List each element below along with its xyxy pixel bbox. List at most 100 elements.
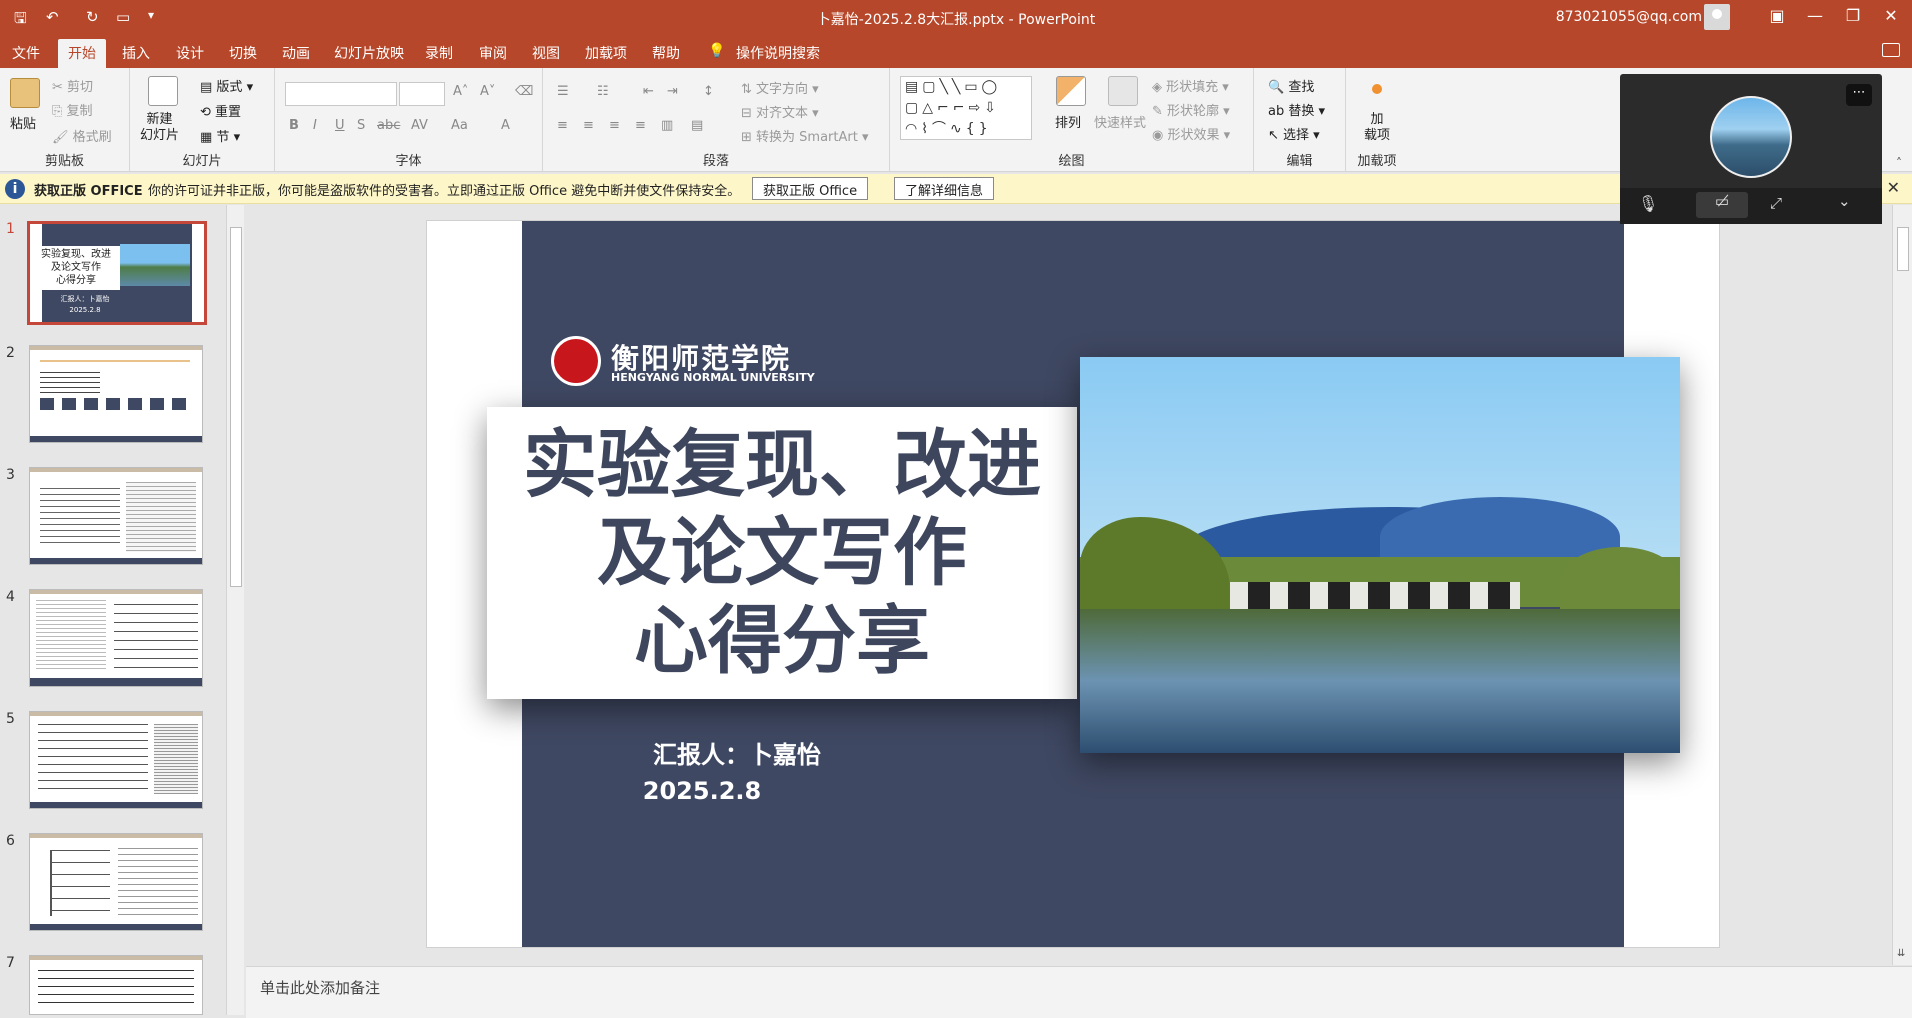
campus-photo[interactable]	[1080, 357, 1680, 753]
decrease-indent-icon[interactable]: ⇤	[643, 84, 654, 99]
align-right-icon[interactable]: ≡	[609, 118, 620, 133]
more-icon[interactable]: ⋯	[1846, 84, 1872, 106]
tab-review[interactable]: 审阅	[479, 43, 507, 63]
bullets-icon[interactable]: ☰	[557, 84, 569, 99]
notes-pane[interactable]: 单击此处添加备注	[246, 966, 1912, 1018]
tab-file[interactable]: 文件	[12, 43, 40, 63]
replace-button[interactable]: ab 替换 ▾	[1268, 100, 1325, 119]
quick-styles-button[interactable]: 快速样式	[1094, 112, 1146, 131]
char-spacing-icon[interactable]: AV	[411, 118, 428, 133]
tell-me-search[interactable]: 操作说明搜索	[736, 43, 820, 63]
font-name-combo[interactable]	[285, 82, 397, 106]
reporter-text: 汇报人：卜嘉怡	[653, 741, 821, 769]
reset-button[interactable]: ⟲ 重置	[200, 101, 241, 120]
tab-addins[interactable]: 加载项	[585, 43, 627, 63]
tab-slideshow[interactable]: 幻灯片放映	[334, 43, 404, 63]
align-text-button[interactable]: ⊟ 对齐文本 ▾	[741, 102, 819, 121]
slide-thumbnail[interactable]	[29, 345, 203, 443]
slide-scroll-thumb[interactable]	[1897, 227, 1909, 271]
info-icon: i	[5, 179, 25, 199]
justify-icon[interactable]: ≡	[635, 118, 646, 133]
chevron-down-icon[interactable]: ⌄	[1838, 192, 1851, 210]
paste-button[interactable]: 粘贴	[10, 113, 36, 132]
italic-icon[interactable]: I	[313, 118, 317, 133]
select-button[interactable]: ↖ 选择 ▾	[1268, 124, 1320, 143]
new-slide-icon[interactable]	[148, 76, 178, 106]
slide-thumbnail[interactable]: 实验复现、改进 及论文写作 心得分享 汇报人：卜嘉怡 2025.2.8	[27, 221, 207, 325]
new-slide-button[interactable]: 新建 幻灯片	[140, 112, 179, 144]
comments-icon[interactable]	[1882, 43, 1900, 57]
addin-icon[interactable]	[1372, 84, 1382, 94]
shadow-icon[interactable]: S	[357, 118, 365, 133]
slide-number: 7	[6, 955, 15, 971]
decrease-font-icon[interactable]: A˅	[480, 84, 495, 99]
tab-design[interactable]: 设计	[176, 43, 204, 63]
format-painter-button[interactable]: 🖌 格式刷	[52, 126, 112, 145]
camera-off-icon[interactable]: ▭̸	[1696, 192, 1748, 218]
tab-animations[interactable]: 动画	[282, 43, 310, 63]
next-slide-icon[interactable]: ⇊	[1897, 948, 1905, 959]
layout-button[interactable]: ▤ 版式 ▾	[200, 76, 253, 95]
shape-fill-button[interactable]: ◈ 形状填充 ▾	[1152, 76, 1229, 95]
tab-view[interactable]: 视图	[532, 43, 560, 63]
slide-scrollbar[interactable]: ⇊	[1892, 205, 1912, 965]
align-left-icon[interactable]: ≡	[557, 118, 568, 133]
slide-thumbnail[interactable]	[29, 467, 203, 565]
slide-canvas[interactable]: 衡阳师范学院 HENGYANG NORMAL UNIVERSITY 实验复现、改…	[426, 220, 1720, 948]
copy-button[interactable]: ⎘ 复制	[52, 100, 93, 119]
group-clipboard: 粘贴 ✂ 剪切 ⎘ 复制 🖌 格式刷 剪贴板	[0, 68, 130, 172]
slide-thumbnail[interactable]	[29, 589, 203, 687]
line-spacing-icon[interactable]: ↕	[703, 84, 714, 99]
clear-format-icon[interactable]: ⌫	[515, 84, 533, 99]
increase-font-icon[interactable]: A˄	[453, 84, 468, 99]
title-box[interactable]: 实验复现、改进 及论文写作 心得分享	[487, 407, 1077, 699]
mic-muted-icon[interactable]: 🎙	[1638, 194, 1658, 213]
quick-styles-icon[interactable]	[1108, 76, 1138, 106]
slide-thumbnail[interactable]	[29, 833, 203, 931]
align-center-icon[interactable]: ≡	[583, 118, 594, 133]
convert-smartart-button[interactable]: ⊞ 转换为 SmartArt ▾	[741, 126, 869, 145]
change-case-icon[interactable]: Aa	[451, 118, 468, 133]
increase-indent-icon[interactable]: ⇥	[667, 84, 678, 99]
slide-thumbnail[interactable]	[29, 711, 203, 809]
close-icon[interactable]: ✕	[1876, 6, 1906, 25]
expand-icon[interactable]: ⤢	[1770, 194, 1782, 212]
numbering-icon[interactable]: ☷	[597, 84, 609, 99]
account-name[interactable]: 873021055@qq.com	[1556, 9, 1702, 25]
collapse-ribbon-icon[interactable]: ˄	[1896, 156, 1902, 170]
account-avatar[interactable]	[1704, 4, 1730, 30]
get-genuine-button[interactable]: 获取正版 Office	[752, 177, 869, 200]
distributed-icon[interactable]: ▥	[661, 118, 673, 133]
strikethrough-icon[interactable]: abc	[377, 118, 400, 133]
shapes-gallery[interactable]: ▤▢╲╲▭◯ ▢△⌐⌐⇨⇩ ◠⌇⌒∿{}	[900, 76, 1032, 140]
thumb-reporter: 汇报人：卜嘉怡	[60, 295, 110, 303]
tab-transitions[interactable]: 切换	[229, 43, 257, 63]
shape-effects-button[interactable]: ◉ 形状效果 ▾	[1152, 124, 1230, 143]
arrange-icon[interactable]	[1056, 76, 1086, 106]
cut-button[interactable]: ✂ 剪切	[52, 76, 93, 95]
shape-outline-button[interactable]: ✎ 形状轮廓 ▾	[1152, 100, 1230, 119]
tab-help[interactable]: 帮助	[652, 43, 680, 63]
learn-more-button[interactable]: 了解详细信息	[894, 177, 995, 200]
bold-icon[interactable]: B	[289, 118, 299, 133]
slide-thumbnail[interactable]	[29, 955, 203, 1015]
find-button[interactable]: 🔍 查找	[1268, 76, 1314, 95]
font-color-icon[interactable]: A	[501, 118, 510, 133]
thumbnail-scroll-thumb[interactable]	[230, 227, 242, 587]
close-message-icon[interactable]: ✕	[1887, 178, 1900, 197]
addins-button[interactable]: 加 载项	[1364, 112, 1390, 144]
tab-record[interactable]: 录制	[425, 43, 453, 63]
paste-icon[interactable]	[10, 78, 40, 108]
tab-home[interactable]: 开始	[58, 39, 106, 68]
text-direction-button[interactable]: ⇅ 文字方向 ▾	[741, 78, 819, 97]
section-button[interactable]: ▦ 节 ▾	[200, 126, 240, 145]
minimize-icon[interactable]: —	[1800, 6, 1830, 25]
tab-insert[interactable]: 插入	[122, 43, 150, 63]
columns-icon[interactable]: ▤	[691, 118, 703, 133]
thumbnail-scrollbar[interactable]	[226, 205, 244, 1015]
arrange-button[interactable]: 排列	[1055, 112, 1081, 131]
font-size-combo[interactable]	[399, 82, 445, 106]
ribbon-display-icon[interactable]: ▣	[1762, 6, 1792, 25]
restore-icon[interactable]: ❐	[1838, 6, 1868, 25]
underline-icon[interactable]: U	[335, 118, 345, 133]
